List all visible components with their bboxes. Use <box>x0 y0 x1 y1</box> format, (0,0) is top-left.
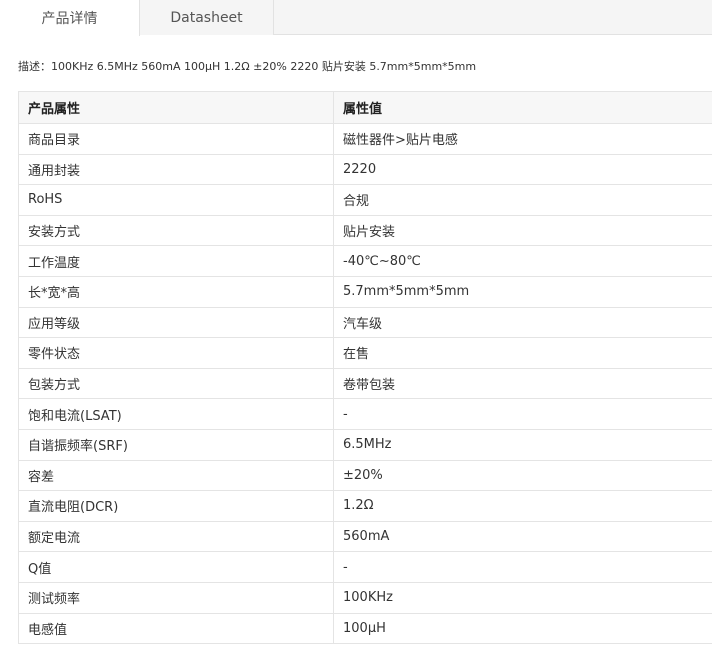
attribute-name: 饱和电流(LSAT) <box>18 398 334 430</box>
attribute-name: 测试频率 <box>18 581 334 614</box>
table-row: Q值 - <box>18 551 712 583</box>
attribute-value: 5.7mm*5mm*5mm <box>333 275 712 308</box>
attribute-value: 贴片安装 <box>333 214 712 247</box>
attribute-name: 通用封装 <box>18 153 334 186</box>
attribute-value: 100KHz <box>333 581 712 614</box>
attribute-value: 磁性器件>贴片电感 <box>333 123 712 155</box>
table-row: 应用等级 汽车级 <box>18 306 712 339</box>
attribute-value: 1.2Ω <box>333 490 712 522</box>
attribute-value: 6.5MHz <box>333 428 712 461</box>
attribute-name: RoHS <box>18 184 334 216</box>
tab-product-details[interactable]: 产品详情 <box>0 0 140 36</box>
attribute-value: - <box>333 551 712 583</box>
attribute-value: ±20% <box>333 459 712 492</box>
attribute-value: 2220 <box>333 153 712 186</box>
table-row: 商品目录 磁性器件>贴片电感 <box>18 123 712 155</box>
table-row: 自谐振频率(SRF) 6.5MHz <box>18 428 712 461</box>
table-row: 饱和电流(LSAT) - <box>18 398 712 430</box>
attribute-name: 长*宽*高 <box>18 275 334 308</box>
attribute-value: 合规 <box>333 184 712 216</box>
attribute-name: 工作温度 <box>18 245 334 277</box>
table-row: 电感值 100μH <box>18 612 712 645</box>
attribute-name: 零件状态 <box>18 337 334 369</box>
table-row: RoHS 合规 <box>18 184 712 216</box>
attribute-value: 560mA <box>333 520 712 553</box>
table-row: 容差 ±20% <box>18 459 712 492</box>
table-row: 零件状态 在售 <box>18 337 712 369</box>
header-value: 属性值 <box>333 91 712 124</box>
attribute-value: 在售 <box>333 337 712 369</box>
attribute-value: 卷带包装 <box>333 367 712 400</box>
attribute-name: 安装方式 <box>18 214 334 247</box>
attribute-name: 商品目录 <box>18 123 334 155</box>
table-row: 长*宽*高 5.7mm*5mm*5mm <box>18 275 712 308</box>
attribute-name: 容差 <box>18 459 334 492</box>
attribute-name: 直流电阻(DCR) <box>18 490 334 522</box>
attribute-name: Q值 <box>18 551 334 583</box>
attribute-value: 100μH <box>333 612 712 645</box>
attribute-name: 电感值 <box>18 612 334 645</box>
attribute-value: - <box>333 398 712 430</box>
attribute-name: 自谐振频率(SRF) <box>18 428 334 461</box>
table-header-row: 产品属性 属性值 <box>18 91 712 124</box>
table-row: 安装方式 贴片安装 <box>18 214 712 247</box>
attribute-value: -40℃~80℃ <box>333 245 712 277</box>
attribute-name: 包装方式 <box>18 367 334 400</box>
table-row: 包装方式 卷带包装 <box>18 367 712 400</box>
attribute-value: 汽车级 <box>333 306 712 339</box>
table-row: 工作温度 -40℃~80℃ <box>18 245 712 277</box>
attributes-table: 产品属性 属性值 商品目录 磁性器件>贴片电感 通用封装 2220 RoHS 合规 安… <box>18 91 712 645</box>
attribute-name: 应用等级 <box>18 306 334 339</box>
attribute-name: 额定电流 <box>18 520 334 553</box>
table-row: 通用封装 2220 <box>18 153 712 186</box>
tab-bar: 产品详情 Datasheet <box>0 0 712 36</box>
tab-datasheet[interactable]: Datasheet <box>140 0 274 35</box>
header-attribute: 产品属性 <box>18 91 334 124</box>
table-row: 测试频率 100KHz <box>18 581 712 614</box>
table-row: 直流电阻(DCR) 1.2Ω <box>18 490 712 522</box>
table-row: 额定电流 560mA <box>18 520 712 553</box>
product-description: 描述：100KHz 6.5MHz 560mA 100μH 1.2Ω ±20% 2… <box>18 60 477 73</box>
